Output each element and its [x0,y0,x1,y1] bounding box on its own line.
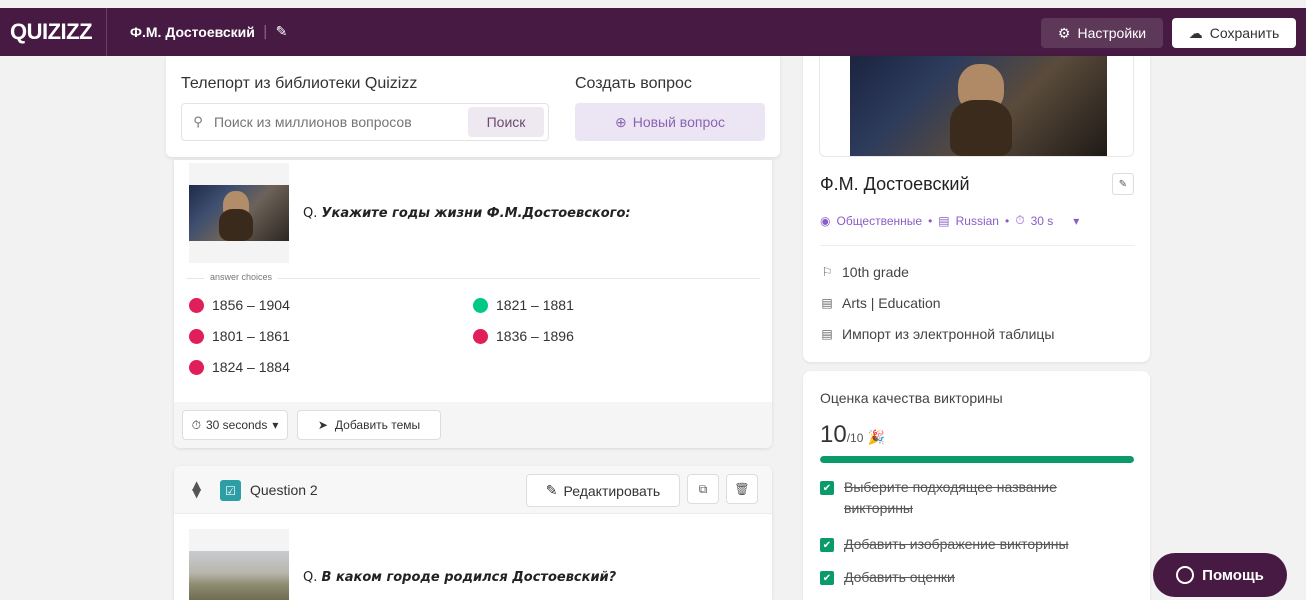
pencil-icon: ✎ [545,482,558,498]
edit-title-pencil-icon[interactable]: ✎ [276,24,288,40]
incorrect-indicator-icon [189,297,204,313]
grade-label: 10th grade [842,264,909,280]
copy-icon: ⧉ [698,481,708,496]
quiz-meta-row[interactable]: ◉ Общественные • ▤ Russian • ⏱ 30 s ▾ [820,213,1079,228]
quiz-info-panel: Ф.М. Достоевский ✎ ◉ Общественные • ▤ Ru… [803,56,1150,362]
time-dropdown[interactable]: ⏱ 30 seconds ▾ [182,410,288,440]
save-button[interactable]: ☁ Сохранить [1172,18,1296,48]
multiple-choice-icon: ☑ [220,480,241,501]
import-label: Импорт из электронной таблицы [842,326,1055,342]
search-button[interactable]: Поиск [468,107,544,137]
quality-progress-fill [820,456,1134,463]
question-card-2: ▲ ▼ ☑ Question 2 ✎ Редактировать ⧉ 🗑 Q. В… [174,466,772,600]
answer-choice: 1821 – 1881 [473,297,574,313]
incorrect-indicator-icon [189,328,204,344]
info-quiz-title: Ф.М. Достоевский [820,174,970,194]
edit-label: Редактировать [563,482,661,499]
answer-choice: 1836 – 1896 [473,328,574,344]
answer-choice: 1856 – 1904 [189,297,290,313]
dostoevsky-portrait [189,185,289,241]
add-topics-label: Добавить темы [334,418,421,432]
eye-icon: ◉ [820,213,831,228]
answer-choices-label: answer choices [204,272,279,282]
top-bar: QUIZIZZ Ф.М. Достоевский | ✎ ⚙ Настройки… [0,8,1306,56]
new-question-button[interactable]: ⊕ Новый вопрос [575,103,765,141]
import-spreadsheet-link[interactable]: ▤ Импорт из электронной таблицы [820,326,1054,342]
library-label: Телепорт из библиотеки Quizizz [181,75,418,92]
create-question-label: Создать вопрос [575,75,692,92]
subject-label: Arts | Education [842,295,941,311]
quiz-quality-panel: Оценка качества викторины 10/10 🎉 ✔ Выбе… [803,371,1150,600]
delete-button[interactable]: 🗑 [726,474,758,504]
edit-question-button[interactable]: ✎ Редактировать [526,474,680,507]
checkbox-checked-icon: ✔ [820,571,834,585]
gear-icon: ⚙ [1057,24,1071,41]
language-icon: ▤ [938,213,950,228]
stopwatch-icon: ⏱ [1015,213,1025,227]
duplicate-button[interactable]: ⧉ [687,474,719,504]
caret-down-icon: ▾ [1073,213,1080,228]
time-label: 30 seconds [205,418,268,432]
edit-details-pencil-icon[interactable]: ✎ [1112,173,1134,195]
plus-circle-icon: ⊕ [614,113,627,130]
cloud-upload-icon: ☁ [1188,24,1203,41]
drag-handle-icon[interactable]: ▲ ▼ [192,479,201,499]
graduation-cap-icon: ⚐ [821,265,833,279]
save-label: Сохранить [1209,25,1280,41]
trash-icon: 🗑 [734,482,750,496]
add-topics-button[interactable]: ➤ Добавить темы [297,410,441,440]
quality-check-item[interactable]: ✔ Добавить оценки [820,567,1089,588]
question-2-image[interactable] [189,529,289,600]
quality-progress-bar [820,456,1134,463]
tag-icon: ➤ [317,418,328,432]
incorrect-indicator-icon [473,328,488,344]
settings-button[interactable]: ⚙ Настройки [1041,18,1163,48]
caret-down-icon: ▾ [272,418,279,432]
question-1-footer: ⏱ 30 seconds ▾ ➤ Добавить темы [174,402,772,448]
correct-indicator-icon [473,297,488,313]
teleport-panel: Телепорт из библиотеки Quizizz Создать в… [166,56,780,157]
title-separator: | [262,24,268,40]
quiz-title: Ф.М. Достоевский [130,24,255,40]
language-label: Russian [955,213,999,228]
party-popper-icon: 🎉 [867,429,886,445]
help-button[interactable]: Помощь [1153,553,1287,597]
search-icon: ⚲ [193,114,203,130]
checkbox-checked-icon: ✔ [820,538,834,552]
book-icon: ▤ [821,296,833,310]
settings-label: Настройки [1077,25,1147,41]
grade-row: ⚐ 10th grade [820,264,909,280]
incorrect-indicator-icon [189,359,204,375]
question-2-header: ▲ ▼ ☑ Question 2 ✎ Редактировать ⧉ 🗑 [174,466,772,514]
question-card-1: Q. Укажите годы жизни Ф.М.Достоевского: … [174,160,772,448]
quality-score: 10/10 🎉 [820,421,886,448]
townscape-image [189,551,289,600]
quality-check-item[interactable]: ✔ Добавить изображение викторины [820,534,1089,555]
logo-text: QUIZIZZ [10,19,93,44]
chat-bubble-icon [1176,566,1195,584]
document-icon: ▤ [821,327,833,341]
answer-choice: 1801 – 1861 [189,328,290,344]
library-search: ⚲ Поиск [181,103,549,141]
answer-choice: 1824 – 1884 [189,359,290,375]
visibility-label: Общественные [836,213,923,228]
question-1-text: Q. Укажите годы жизни Ф.М.Достоевского: [303,206,631,221]
info-divider [820,245,1135,246]
quality-heading: Оценка качества викторины [820,390,1003,406]
question-1-image[interactable] [189,163,289,263]
subject-row: ▤ Arts | Education [820,295,941,311]
time-label: 30 s [1030,213,1054,228]
checkbox-checked-icon: ✔ [820,481,834,495]
quality-check-item[interactable]: ✔ Выберите подходящее название викторины [820,477,1089,519]
quizizz-logo[interactable]: QUIZIZZ [0,8,108,56]
stopwatch-icon: ⏱ [191,417,201,432]
new-question-label: Новый вопрос [632,114,726,130]
quiz-cover-image [850,56,1107,156]
help-label: Помощь [1202,566,1264,584]
cover-image-frame[interactable] [819,56,1134,157]
question-2-text: Q. В каком городе родился Достоевский? [303,570,617,585]
question-2-title: Question 2 [250,482,318,498]
